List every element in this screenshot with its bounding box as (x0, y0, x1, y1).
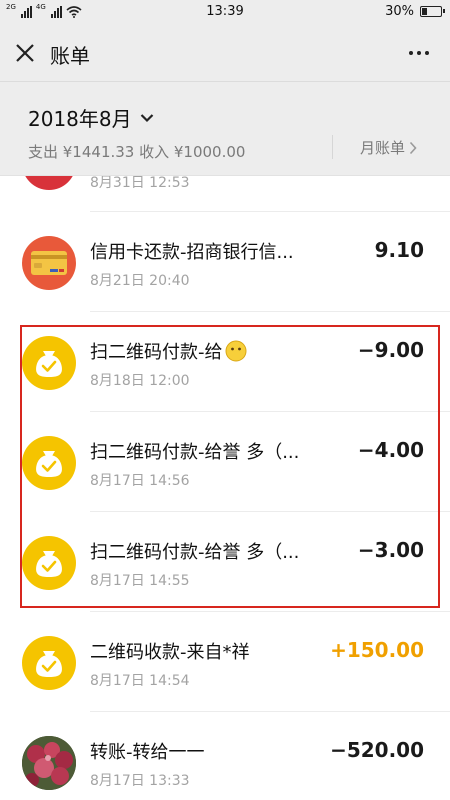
transaction-title: 扫二维码付款-给 (90, 338, 247, 364)
money-bag-icon (22, 336, 76, 390)
more-dot-icon (417, 51, 421, 55)
close-icon (16, 44, 34, 62)
transaction-time: 8月18日 12:00 (90, 373, 190, 389)
battery-status: 30% (385, 4, 445, 19)
transaction-amount: −9.00 (357, 338, 424, 362)
transaction-amount: −3.00 (357, 538, 424, 562)
transaction-row[interactable]: 扫二维码付款-给誉 多（... 8月17日 14:55 −3.00 (0, 512, 450, 612)
credit-card-icon (22, 236, 76, 290)
monthly-bill-label: 月账单 (360, 139, 406, 157)
more-options-button[interactable] (402, 38, 436, 68)
transaction-title-text: 信用卡还款-招商银行信... (90, 242, 294, 263)
transaction-row[interactable]: 二维码收款-来自*祥 8月17日 14:54 +150.00 (0, 612, 450, 712)
transaction-row[interactable]: 信用卡还款-招商银行信... 8月21日 20:40 9.10 (0, 212, 450, 312)
transaction-title-text: 扫二维码付款-给誉 多（... (90, 542, 300, 563)
nav-bar: 账单 (0, 24, 450, 82)
more-dot-icon (409, 51, 413, 55)
transaction-title: 扫二维码付款-给誉 多（... (90, 438, 299, 464)
chevron-right-icon (409, 141, 417, 154)
page-title: 账单 (50, 44, 90, 68)
transaction-row[interactable]: 扫二维码付款-给誉 多（... 8月17日 14:56 −4.00 (0, 412, 450, 512)
money-bag-icon (22, 636, 76, 690)
transaction-row[interactable]: 扫二维码付款-给 8月18日 12:00 −9.00 (0, 312, 450, 412)
transaction-time: 8月17日 13:33 (90, 773, 190, 789)
more-dot-icon (425, 51, 429, 55)
month-summary: 2018年8月 支出 ¥1441.33 收入 ¥1000.00 月账单 (0, 83, 450, 176)
transaction-time: 8月21日 20:40 (90, 273, 190, 289)
transaction-row[interactable]: 转账-转给一一 8月17日 13:33 −520.00 (0, 712, 450, 800)
transaction-time: 8月17日 14:56 (90, 473, 190, 489)
transaction-title: 扫二维码付款-给誉 多（... (90, 538, 299, 564)
month-selector[interactable]: 2018年8月 (28, 103, 154, 132)
transaction-time: 8月17日 14:55 (90, 573, 190, 589)
close-button[interactable] (10, 38, 40, 68)
transaction-title-text: 扫二维码付款-给誉 多（... (90, 442, 300, 463)
divider (332, 135, 333, 159)
flower-photo-avatar (22, 736, 76, 790)
monthly-bill-link[interactable]: 月账单 (360, 137, 417, 158)
month-label: 2018年8月 (28, 107, 132, 131)
transaction-title-text: 转账-转给一一 (90, 742, 205, 763)
transaction-amount: +150.00 (330, 638, 424, 662)
money-bag-icon (22, 436, 76, 490)
battery-icon (420, 6, 445, 17)
clock: 13:39 (206, 4, 244, 19)
transaction-time: 8月17日 14:54 (90, 673, 190, 689)
chevron-down-icon (140, 113, 153, 122)
transaction-amount: −520.00 (330, 738, 424, 762)
transaction-title-text: 二维码收款-来自*祥 (90, 642, 250, 663)
transaction-title: 信用卡还款-招商银行信... (90, 238, 294, 264)
transaction-amount: 9.10 (374, 238, 424, 262)
transaction-title: 转账-转给一一 (90, 738, 205, 764)
month-totals: 支出 ¥1441.33 收入 ¥1000.00 (28, 143, 246, 161)
battery-percent: 30% (385, 4, 414, 19)
money-bag-icon (22, 536, 76, 590)
transaction-list: 8月31日 12:53 信用卡还款-招商银行信... 8月21日 20:40 9… (0, 162, 450, 800)
transaction-title: 二维码收款-来自*祥 (90, 638, 250, 664)
transaction-amount: −4.00 (357, 438, 424, 462)
emoji-icon (225, 340, 247, 362)
status-bar: 2G 4G 13:39 30% (0, 0, 450, 24)
transaction-title-text: 扫二维码付款-给 (90, 342, 223, 363)
